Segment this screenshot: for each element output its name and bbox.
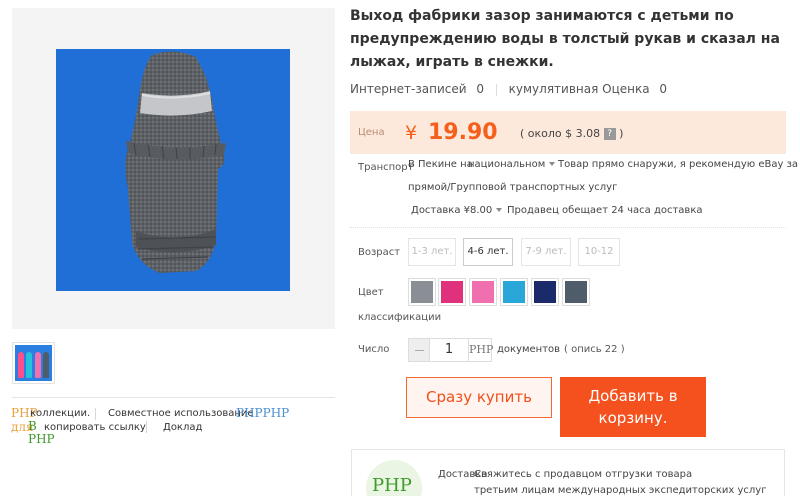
add-to-cart-label-line1: Добавить в <box>588 387 678 405</box>
buy-now-button[interactable]: Сразу купить <box>406 377 552 418</box>
swatch-color <box>503 281 525 303</box>
age-option-4-6[interactable]: 4-6 лет. <box>463 238 513 266</box>
converted-price-text: ( около $ 3.08 <box>520 127 601 140</box>
stock-count: ( опись 22 ) <box>564 344 625 355</box>
color-label: Цвет <box>358 287 384 298</box>
shop-logo-text: PHP <box>372 475 412 496</box>
delivery-cost: Доставка ¥8.00 <box>411 205 493 216</box>
shipping-note-line1: Товар прямо снаружи, я рекомендую eBay з… <box>558 159 799 170</box>
age-option-1-3[interactable]: 1-3 лет. <box>408 238 456 266</box>
converted-price: ( около $ 3.08 ? ) <box>520 127 623 140</box>
color-swatch-4[interactable] <box>500 278 528 306</box>
share-link[interactable]: Совместное использование <box>108 408 254 419</box>
shipping-note-line2: прямой/Групповой транспортных услуг <box>408 182 618 193</box>
product-main-image[interactable] <box>12 8 335 329</box>
quantity-input[interactable]: 1 <box>430 338 468 362</box>
quantity-decrease-button[interactable] <box>408 338 430 362</box>
color-swatch-6[interactable] <box>562 278 590 306</box>
color-swatch-2[interactable] <box>438 278 466 306</box>
color-swatch-1[interactable] <box>408 278 436 306</box>
shipping-scope-select[interactable]: национальном <box>468 159 561 170</box>
product-photo <box>56 49 290 291</box>
product-stats: Интернет-записей 0 кумулятивная Оценка 0 <box>350 82 667 96</box>
stats-separator <box>495 83 497 96</box>
records-value: 0 <box>476 82 484 96</box>
shop-card: PHP Доставка Свяжитесь с продавцом отгру… <box>351 449 785 496</box>
converted-price-close: ) <box>619 127 624 140</box>
rating-value: 0 <box>659 82 668 96</box>
currency-symbol: ¥ <box>405 122 418 144</box>
swatch-color <box>565 281 587 303</box>
price-label: Цена <box>358 127 385 138</box>
thumbnail-1[interactable] <box>12 342 55 384</box>
php-placeholder-icon: PHP <box>28 432 55 446</box>
share-divider <box>12 397 335 398</box>
swatch-color <box>411 281 433 303</box>
link-separator <box>146 421 147 433</box>
add-to-cart-label-line2: корзину. <box>598 409 668 427</box>
third-party-text: третьим лицам международных экспедиторск… <box>474 485 767 496</box>
section-divider <box>350 227 786 228</box>
product-title: Выход фабрики зазор занимаются с детьми … <box>350 8 780 70</box>
age-option-7-9[interactable]: 7-9 лет. <box>521 238 571 266</box>
records-label: Интернет-записей <box>350 82 467 96</box>
swatch-color <box>441 281 463 303</box>
report-link[interactable]: Доклад <box>163 422 202 433</box>
swatch-color <box>534 281 556 303</box>
shipping-scope-value: национальном <box>468 159 546 170</box>
shipping-label: Транспорт <box>358 162 414 173</box>
thumbnail-image <box>15 345 52 381</box>
quantity-increase-button[interactable]: PHP <box>468 338 493 362</box>
swatch-color <box>472 281 494 303</box>
quantity-label: Число <box>358 344 390 355</box>
link-separator <box>95 408 96 420</box>
share-network-icons[interactable]: PHPPHP <box>236 406 289 420</box>
shipping-from: В Пекине на <box>408 159 473 170</box>
help-icon[interactable]: ? <box>603 128 616 140</box>
contact-seller-text: Свяжитесь с продавцом отгрузки товара <box>474 469 693 480</box>
mitten-illustration <box>125 51 226 273</box>
color-label-line2: классификации <box>358 312 442 323</box>
add-to-cart-button[interactable]: Добавить в корзину. <box>560 377 706 437</box>
chevron-down-icon <box>496 208 503 212</box>
age-label: Возраст <box>358 247 401 258</box>
color-swatch-3[interactable] <box>469 278 497 306</box>
price-amount: 19.90 <box>428 120 498 145</box>
copy-link[interactable]: копировать ссылку <box>44 422 146 433</box>
rating-label: кумулятивная Оценка <box>508 82 650 96</box>
collect-link[interactable]: коллекции. <box>30 408 90 419</box>
color-swatch-5[interactable] <box>531 278 559 306</box>
chevron-down-icon <box>549 162 556 166</box>
shop-logo[interactable]: PHP <box>366 460 422 496</box>
in-label: В <box>28 419 37 433</box>
quantity-unit: документов <box>497 344 561 355</box>
delivery-cost-select[interactable]: Доставка ¥8.00 <box>411 205 508 216</box>
price-bar: Цена ¥ 19.90 ( около $ 3.08 ? ) <box>350 111 786 154</box>
delivery-promise: Продавец обещает 24 часа доставка <box>507 205 703 216</box>
age-option-10-12[interactable]: 10-12 <box>578 238 620 266</box>
